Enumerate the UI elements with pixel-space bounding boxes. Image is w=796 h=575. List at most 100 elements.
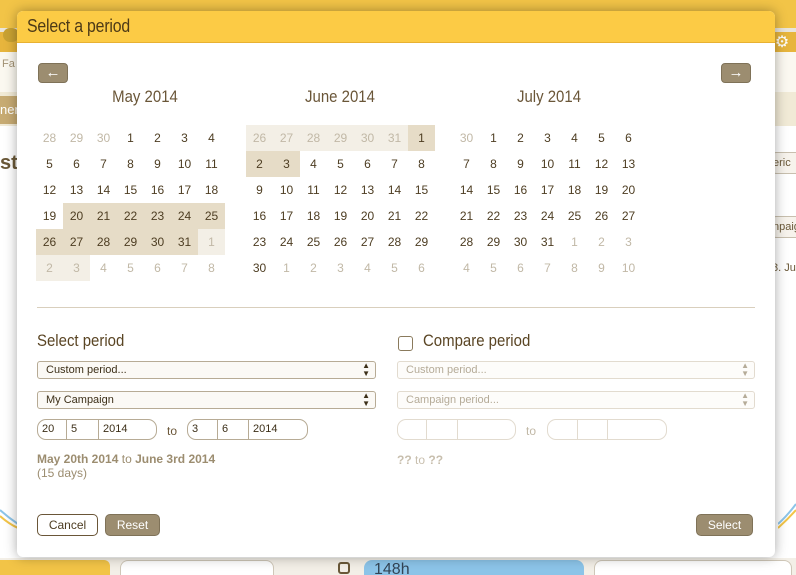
calendar-day-may[interactable]: 22 bbox=[117, 203, 144, 229]
calendar-day-july[interactable]: 15 bbox=[480, 177, 507, 203]
calendar-day-june[interactable]: 24 bbox=[273, 229, 300, 255]
calendar-day-may[interactable]: 7 bbox=[90, 151, 117, 177]
calendar-day-may[interactable]: 24 bbox=[171, 203, 198, 229]
calendar-day-may[interactable]: 20 bbox=[63, 203, 90, 229]
calendar-day-may[interactable]: 21 bbox=[90, 203, 117, 229]
compare-period-checkbox[interactable] bbox=[398, 336, 413, 351]
calendar-day-may[interactable]: 28 bbox=[36, 125, 63, 151]
calendar-day-june[interactable]: 3 bbox=[327, 255, 354, 281]
calendar-day-july[interactable]: 4 bbox=[561, 125, 588, 151]
calendar-day-june[interactable]: 26 bbox=[327, 229, 354, 255]
calendar-day-may[interactable]: 30 bbox=[90, 125, 117, 151]
calendar-day-june[interactable]: 4 bbox=[354, 255, 381, 281]
calendar-day-july[interactable]: 28 bbox=[453, 229, 480, 255]
calendar-day-july[interactable]: 9 bbox=[588, 255, 615, 281]
from-month-input[interactable]: 5 bbox=[67, 420, 99, 439]
calendar-day-june[interactable]: 9 bbox=[246, 177, 273, 203]
calendar-day-july[interactable]: 18 bbox=[561, 177, 588, 203]
calendar-day-may[interactable]: 27 bbox=[63, 229, 90, 255]
calendar-day-july[interactable]: 3 bbox=[534, 125, 561, 151]
calendar-day-july[interactable]: 10 bbox=[615, 255, 642, 281]
calendar-day-may[interactable]: 18 bbox=[198, 177, 225, 203]
calendar-day-june[interactable]: 16 bbox=[246, 203, 273, 229]
calendar-day-july[interactable]: 7 bbox=[534, 255, 561, 281]
calendar-day-june[interactable]: 23 bbox=[246, 229, 273, 255]
calendar-day-june[interactable]: 6 bbox=[354, 151, 381, 177]
calendar-day-june[interactable]: 2 bbox=[300, 255, 327, 281]
calendar-day-june[interactable]: 22 bbox=[408, 203, 435, 229]
compare-campaign-select[interactable]: Campaign period... ▲ ▼ bbox=[397, 391, 755, 409]
calendar-day-july[interactable]: 6 bbox=[615, 125, 642, 151]
calendar-day-july[interactable]: 17 bbox=[534, 177, 561, 203]
calendar-day-july[interactable]: 25 bbox=[561, 203, 588, 229]
calendar-day-may[interactable]: 7 bbox=[171, 255, 198, 281]
calendar-day-july[interactable]: 29 bbox=[480, 229, 507, 255]
calendar-day-july[interactable]: 19 bbox=[588, 177, 615, 203]
calendar-day-may[interactable]: 29 bbox=[117, 229, 144, 255]
calendar-day-july[interactable]: 27 bbox=[615, 203, 642, 229]
calendar-day-june[interactable]: 20 bbox=[354, 203, 381, 229]
calendar-day-june[interactable]: 14 bbox=[381, 177, 408, 203]
calendar-day-june[interactable]: 8 bbox=[408, 151, 435, 177]
calendar-day-june[interactable]: 13 bbox=[354, 177, 381, 203]
calendar-day-june[interactable]: 3 bbox=[273, 151, 300, 177]
calendar-day-july[interactable]: 5 bbox=[480, 255, 507, 281]
app-right-pill[interactable]: eric bbox=[772, 152, 796, 174]
compare-period-title[interactable]: Compare period bbox=[423, 331, 530, 351]
campaign-select[interactable]: My Campaign ▲ ▼ bbox=[37, 391, 376, 409]
calendar-day-july[interactable]: 1 bbox=[561, 229, 588, 255]
calendar-day-june[interactable]: 21 bbox=[381, 203, 408, 229]
calendar-day-july[interactable]: 2 bbox=[588, 229, 615, 255]
compare-from-day-input[interactable] bbox=[398, 420, 427, 439]
calendar-day-may[interactable]: 5 bbox=[36, 151, 63, 177]
calendar-day-june[interactable]: 1 bbox=[273, 255, 300, 281]
calendar-day-june[interactable]: 10 bbox=[273, 177, 300, 203]
calendar-day-june[interactable]: 28 bbox=[381, 229, 408, 255]
reset-button[interactable]: Reset bbox=[105, 514, 160, 536]
calendar-day-july[interactable]: 12 bbox=[588, 151, 615, 177]
calendar-day-may[interactable]: 3 bbox=[63, 255, 90, 281]
calendar-day-june[interactable]: 11 bbox=[300, 177, 327, 203]
calendar-day-june[interactable]: 30 bbox=[246, 255, 273, 281]
calendar-day-may[interactable]: 1 bbox=[198, 229, 225, 255]
calendar-day-july[interactable]: 13 bbox=[615, 151, 642, 177]
calendar-day-june[interactable]: 26 bbox=[246, 125, 273, 151]
compare-period-type-select[interactable]: Custom period... ▲ ▼ bbox=[397, 361, 755, 379]
calendar-day-june[interactable]: 30 bbox=[354, 125, 381, 151]
calendar-day-may[interactable]: 2 bbox=[36, 255, 63, 281]
calendar-day-july[interactable]: 6 bbox=[507, 255, 534, 281]
app-tab[interactable]: ner bbox=[0, 96, 18, 124]
calendar-day-may[interactable]: 15 bbox=[117, 177, 144, 203]
from-day-input[interactable]: 20 bbox=[38, 420, 67, 439]
calendar-day-june[interactable]: 6 bbox=[408, 255, 435, 281]
calendar-day-may[interactable]: 2 bbox=[144, 125, 171, 151]
next-month-button[interactable]: → bbox=[721, 63, 751, 83]
calendar-day-may[interactable]: 1 bbox=[117, 125, 144, 151]
calendar-day-july[interactable]: 14 bbox=[453, 177, 480, 203]
calendar-day-july[interactable]: 22 bbox=[480, 203, 507, 229]
to-month-input[interactable]: 6 bbox=[218, 420, 249, 439]
calendar-day-may[interactable]: 31 bbox=[171, 229, 198, 255]
calendar-day-may[interactable]: 6 bbox=[63, 151, 90, 177]
calendar-day-july[interactable]: 16 bbox=[507, 177, 534, 203]
calendar-day-july[interactable]: 4 bbox=[453, 255, 480, 281]
calendar-day-may[interactable]: 11 bbox=[198, 151, 225, 177]
from-year-input[interactable]: 2014 bbox=[99, 420, 156, 439]
period-type-select[interactable]: Custom period... ▲ ▼ bbox=[37, 361, 376, 379]
calendar-day-june[interactable]: 2 bbox=[246, 151, 273, 177]
calendar-day-july[interactable]: 26 bbox=[588, 203, 615, 229]
calendar-day-july[interactable]: 2 bbox=[507, 125, 534, 151]
calendar-day-may[interactable]: 13 bbox=[63, 177, 90, 203]
calendar-day-may[interactable]: 9 bbox=[144, 151, 171, 177]
gear-icon[interactable]: ⚙ bbox=[773, 34, 791, 52]
calendar-day-july[interactable]: 7 bbox=[453, 151, 480, 177]
calendar-day-july[interactable]: 3 bbox=[615, 229, 642, 255]
calendar-day-june[interactable]: 25 bbox=[300, 229, 327, 255]
calendar-day-may[interactable]: 6 bbox=[144, 255, 171, 281]
calendar-day-july[interactable]: 20 bbox=[615, 177, 642, 203]
calendar-day-june[interactable]: 27 bbox=[273, 125, 300, 151]
calendar-day-june[interactable]: 31 bbox=[381, 125, 408, 151]
compare-from-year-input[interactable] bbox=[458, 420, 515, 439]
calendar-day-june[interactable]: 1 bbox=[408, 125, 435, 151]
to-year-input[interactable]: 2014 bbox=[249, 420, 307, 439]
